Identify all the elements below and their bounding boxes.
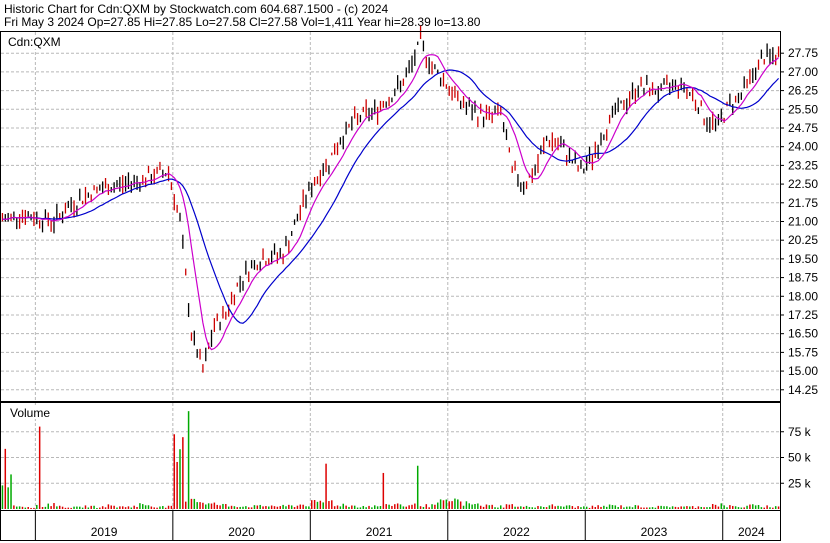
symbol-label: Cdn:QXM bbox=[8, 35, 61, 49]
price-tick-label: 26.25 bbox=[788, 84, 818, 98]
volume-tick-label: 50 k bbox=[788, 451, 812, 465]
chart-header-line2: Fri May 3 2024 Op=27.85 Hi=27.85 Lo=27.5… bbox=[4, 15, 481, 29]
price-tick-label: 21.00 bbox=[788, 214, 818, 228]
price-tick-label: 23.25 bbox=[788, 158, 818, 172]
volume-tick-label: 75 k bbox=[788, 425, 812, 439]
year-label: 2023 bbox=[641, 525, 668, 539]
year-label: 2020 bbox=[228, 525, 255, 539]
price-tick-label: 14.25 bbox=[788, 383, 818, 397]
price-tick-label: 15.00 bbox=[788, 364, 818, 378]
stock-chart: Historic Chart for Cdn:QXM by Stockwatch… bbox=[0, 0, 830, 543]
price-tick-label: 18.00 bbox=[788, 289, 818, 303]
price-tick-label: 20.25 bbox=[788, 233, 818, 247]
price-tick-label: 24.75 bbox=[788, 121, 818, 135]
volume-tick-label: 25 k bbox=[788, 476, 812, 490]
price-tick-label: 19.50 bbox=[788, 252, 818, 266]
year-label: 2021 bbox=[366, 525, 393, 539]
chart-background bbox=[0, 0, 830, 543]
price-tick-label: 18.75 bbox=[788, 271, 818, 285]
year-label: 2022 bbox=[503, 525, 530, 539]
price-tick-label: 24.00 bbox=[788, 140, 818, 154]
year-label: 2024 bbox=[738, 525, 765, 539]
price-tick-label: 27.00 bbox=[788, 65, 818, 79]
volume-label: Volume bbox=[10, 406, 50, 420]
price-tick-label: 27.75 bbox=[788, 46, 818, 60]
price-tick-label: 22.50 bbox=[788, 177, 818, 191]
year-label: 2019 bbox=[91, 525, 118, 539]
price-tick-label: 21.75 bbox=[788, 196, 818, 210]
price-tick-label: 17.25 bbox=[788, 308, 818, 322]
price-tick-label: 25.50 bbox=[788, 102, 818, 116]
price-tick-label: 16.50 bbox=[788, 327, 818, 341]
price-tick-label: 15.75 bbox=[788, 345, 818, 359]
chart-header-line1: Historic Chart for Cdn:QXM by Stockwatch… bbox=[4, 2, 388, 16]
